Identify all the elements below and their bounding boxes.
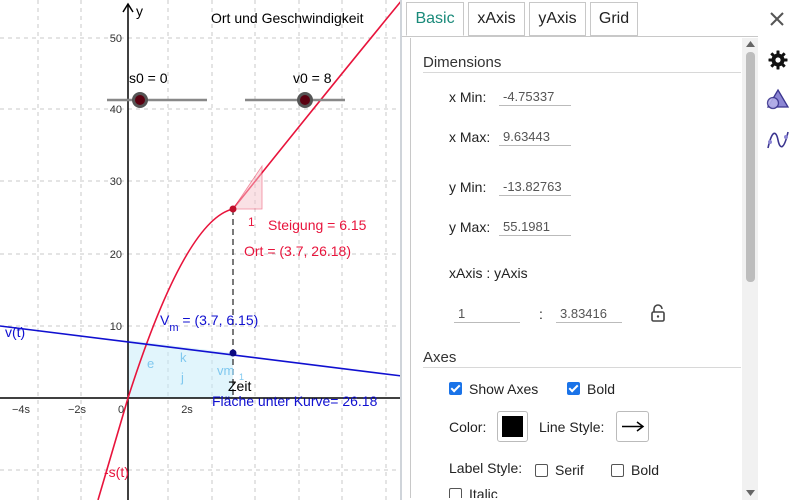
xmax-field[interactable]: 9.63443 xyxy=(499,129,571,146)
bold2-checkbox[interactable] xyxy=(611,464,624,477)
dimensions-title: Dimensions xyxy=(423,54,502,71)
color-picker-button[interactable] xyxy=(497,411,528,442)
line-style-button[interactable] xyxy=(616,411,649,442)
slider-s0-knob[interactable] xyxy=(135,95,145,105)
side-toolbar xyxy=(758,0,800,500)
basic-settings: Dimensions x Min: -4.75337 x Max: 9.6344… xyxy=(410,38,745,498)
serif-checkbox[interactable] xyxy=(535,464,548,477)
lock-icon[interactable] xyxy=(649,303,667,323)
italic-checkbox[interactable] xyxy=(449,488,462,498)
bold-checkbox[interactable] xyxy=(567,382,580,395)
bold-label: Bold xyxy=(587,381,616,397)
vm-label: Vm = (3.7, 6.15) xyxy=(160,312,258,334)
tab-grid[interactable]: Grid xyxy=(590,2,638,36)
tab-xaxis[interactable]: xAxis xyxy=(468,2,525,36)
section-divider xyxy=(423,367,741,368)
ratio-y-field[interactable]: 3.83416 xyxy=(556,306,622,323)
graph-icon[interactable] xyxy=(766,128,790,152)
tab-yaxis[interactable]: yAxis xyxy=(529,2,586,36)
slider-v0-knob[interactable] xyxy=(300,95,310,105)
scroll-down-icon[interactable] xyxy=(746,490,755,496)
zeit-label: Zeit xyxy=(228,378,251,394)
line-style-label: Line Style: xyxy=(539,419,605,435)
graphics-view[interactable]: y Ort und Geschwindigkeit 50 40 30 20 10… xyxy=(0,0,402,500)
show-axes-checkbox[interactable] xyxy=(449,382,462,395)
xmin-field[interactable]: -4.75337 xyxy=(499,89,571,106)
tab-underline xyxy=(402,36,758,37)
point-vm[interactable] xyxy=(229,349,237,357)
y-tick-label: 10 xyxy=(110,321,122,333)
x-tick-label: 2s xyxy=(181,404,193,416)
graph-canvas[interactable]: y Ort und Geschwindigkeit 50 40 30 20 10… xyxy=(0,0,402,500)
axes-title: Axes xyxy=(423,349,457,366)
bold2-label: Bold xyxy=(631,462,660,478)
properties-panel: Basic xAxis yAxis Grid Dimensions x Min:… xyxy=(402,0,758,500)
steigung-label: Steigung = 6.15 xyxy=(268,217,367,233)
ratio-separator: : xyxy=(539,306,543,322)
x-tick-label: 0 xyxy=(118,404,124,416)
show-axes-label: Show Axes xyxy=(469,381,539,397)
xmin-label: x Min: xyxy=(449,89,487,105)
color-label: Color: xyxy=(449,419,487,435)
ratio-x-field[interactable]: 1 xyxy=(454,306,520,323)
y-tick-label: 30 xyxy=(110,176,122,188)
vt-label: v(t) xyxy=(5,324,25,340)
area-label-k: k xyxy=(180,350,187,365)
ymin-field[interactable]: -13.82763 xyxy=(499,179,571,196)
y-tick-label: 50 xyxy=(110,33,122,45)
area-label-j: j xyxy=(180,370,184,385)
y-tick-label: 40 xyxy=(110,104,122,116)
x-tick-label: −2s xyxy=(68,404,87,416)
close-icon[interactable] xyxy=(769,11,785,27)
shapes-icon[interactable] xyxy=(766,88,790,112)
color-swatch xyxy=(502,416,523,437)
label-style-label: Label Style: xyxy=(449,460,523,476)
slope-triangle xyxy=(232,164,263,210)
area-label-e: e xyxy=(147,356,154,371)
tab-bar: Basic xAxis yAxis Grid xyxy=(402,0,758,38)
gear-icon[interactable] xyxy=(768,50,788,70)
arrow-right-icon xyxy=(622,421,645,432)
scrollbar-thumb[interactable] xyxy=(746,52,755,282)
flaeche-label: Fläche unter Kurve= 26.18 xyxy=(212,393,378,409)
ymax-label: y Max: xyxy=(449,219,491,235)
vm-subscript: m xyxy=(169,322,178,334)
scroll-up-icon[interactable] xyxy=(746,41,755,47)
triangle-label: 1 xyxy=(248,215,255,229)
ymin-label: y Min: xyxy=(449,179,487,195)
area-label-vm: vm xyxy=(217,363,234,378)
serif-label: Serif xyxy=(555,462,584,478)
vm-suffix: = (3.7, 6.15) xyxy=(179,312,259,328)
italic-label: Italic xyxy=(469,486,498,498)
ort-label: Ort = (3.7, 26.18) xyxy=(244,243,351,259)
x-tick-label: −4s xyxy=(12,404,31,416)
scrollbar[interactable] xyxy=(742,38,758,500)
tab-basic[interactable]: Basic xyxy=(406,2,464,36)
y-tick-label: 20 xyxy=(110,249,122,261)
point-ort[interactable] xyxy=(229,205,237,213)
xmax-label: x Max: xyxy=(449,129,491,145)
st-label: -s(t) xyxy=(104,464,129,480)
ymax-field[interactable]: 55.1981 xyxy=(499,219,571,236)
ratio-label: xAxis : yAxis xyxy=(449,265,528,281)
slider-s0-label: s0 = 0 xyxy=(129,70,168,86)
section-divider xyxy=(423,72,741,73)
slider-v0-label: v0 = 8 xyxy=(293,70,332,86)
graph-title: Ort und Geschwindigkeit xyxy=(211,10,364,26)
y-axis-label: y xyxy=(136,3,143,19)
